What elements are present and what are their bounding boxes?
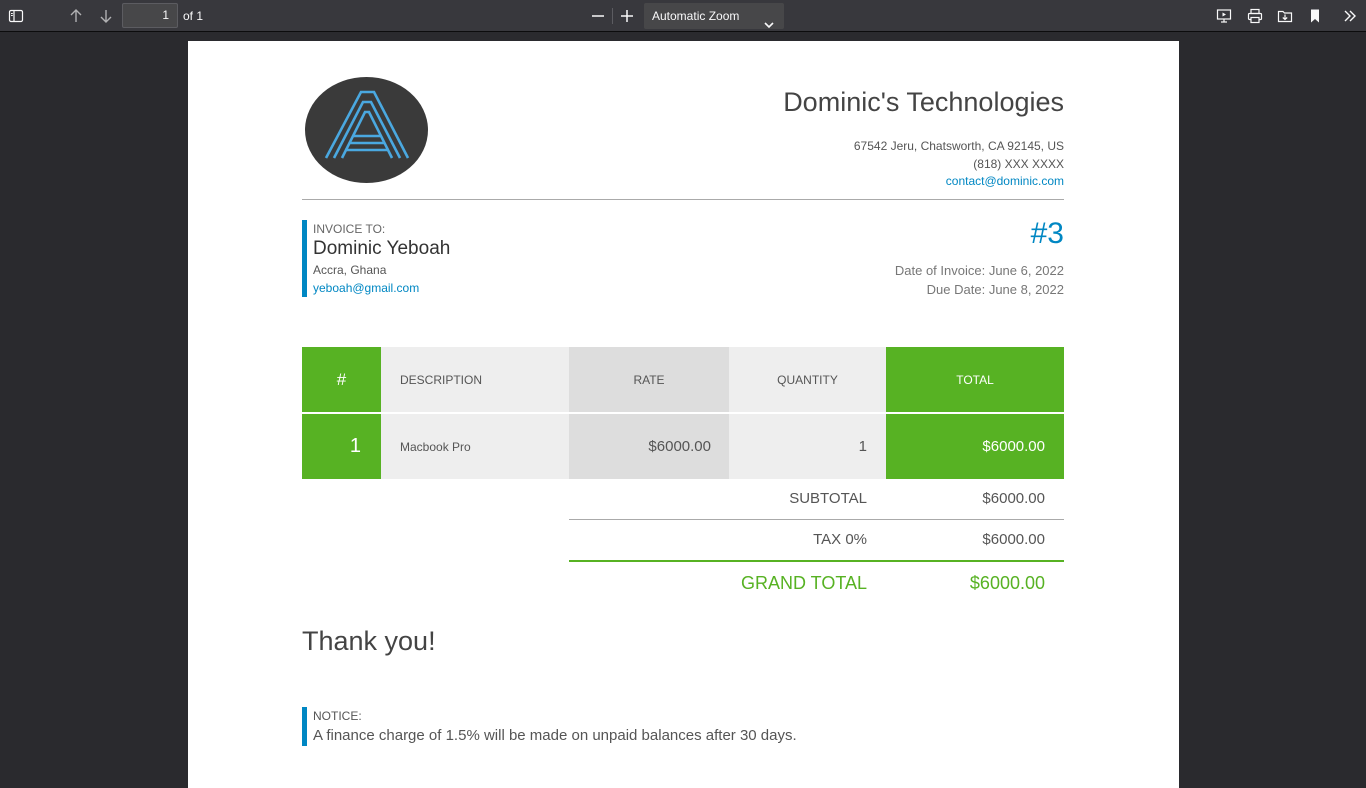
company-email-link[interactable]: contact@dominic.com — [946, 174, 1064, 188]
grand-total-value: $6000.00 — [969, 573, 1045, 593]
table-row-description: Macbook Pro — [381, 414, 569, 479]
subtotal-label: SUBTOTAL — [789, 490, 867, 507]
company-phone: (818) XXX XXXX — [973, 157, 1064, 171]
double-chevron-icon[interactable] — [1338, 4, 1362, 28]
client-accent-bar — [302, 220, 307, 297]
zoom-select[interactable]: Automatic Zoom — [644, 3, 784, 29]
table-header-rate: RATE — [569, 347, 729, 412]
bookmark-icon[interactable] — [1303, 4, 1327, 28]
company-logo — [305, 77, 428, 183]
table-header-quantity: QUANTITY — [729, 347, 886, 412]
chevron-down-icon — [764, 12, 774, 38]
subtotal-value: $6000.00 — [982, 490, 1045, 507]
notice-accent-bar — [302, 707, 307, 746]
invoice-date: Date of Invoice: June 6, 2022 — [894, 263, 1064, 278]
save-icon[interactable] — [1273, 4, 1297, 28]
invoice-to-label: INVOICE TO: — [313, 222, 386, 236]
table-row-number: 1 — [302, 414, 381, 479]
client-location: Accra, Ghana — [313, 263, 387, 277]
table-header-description: DESCRIPTION — [381, 347, 569, 412]
subtotal-divider — [569, 519, 1064, 520]
notice-label: NOTICE: — [313, 709, 362, 723]
header-divider — [302, 199, 1064, 200]
company-name: Dominic's Technologies — [783, 87, 1064, 117]
page-count-label: of 1 — [183, 9, 204, 23]
thank-you-message: Thank you! — [302, 626, 436, 656]
grand-total-label: GRAND TOTAL — [740, 573, 867, 593]
table-row-total: $6000.00 — [886, 414, 1064, 479]
due-date: Due Date: June 8, 2022 — [926, 282, 1064, 297]
invoice-number: #3 — [1030, 217, 1064, 250]
table-header-number: # — [302, 347, 381, 412]
notice-text: A finance charge of 1.5% will be made on… — [313, 727, 797, 744]
zoom-select-value: Automatic Zoom — [652, 9, 740, 23]
tax-label: TAX 0% — [813, 531, 867, 548]
sidebar-toggle-icon[interactable] — [4, 4, 28, 28]
toolbar-divider — [612, 8, 613, 24]
grand-total-divider — [569, 560, 1064, 562]
table-row-rate: $6000.00 — [569, 414, 729, 479]
arrow-up-icon[interactable] — [64, 4, 88, 28]
client-email-link[interactable]: yeboah@gmail.com — [313, 281, 419, 295]
minus-icon[interactable] — [586, 4, 610, 28]
arrow-down-icon[interactable] — [94, 4, 118, 28]
presentation-icon[interactable] — [1212, 4, 1236, 28]
stylized-a-icon — [324, 90, 410, 159]
company-address: 67542 Jeru, Chatsworth, CA 92145, US — [853, 139, 1064, 153]
table-header-total: TOTAL — [886, 347, 1064, 412]
plus-icon[interactable] — [615, 4, 639, 28]
tax-value: $6000.00 — [982, 531, 1045, 548]
pdf-viewer-toolbar: 1 of 1 Automatic Zoom — [0, 0, 1366, 32]
client-name: Dominic Yeboah — [313, 238, 451, 259]
pdf-page: Dominic's Technologies 67542 Jeru, Chats… — [188, 41, 1179, 788]
print-icon[interactable] — [1243, 4, 1267, 28]
table-row-quantity: 1 — [729, 414, 886, 479]
page-number-input[interactable]: 1 — [122, 3, 178, 28]
